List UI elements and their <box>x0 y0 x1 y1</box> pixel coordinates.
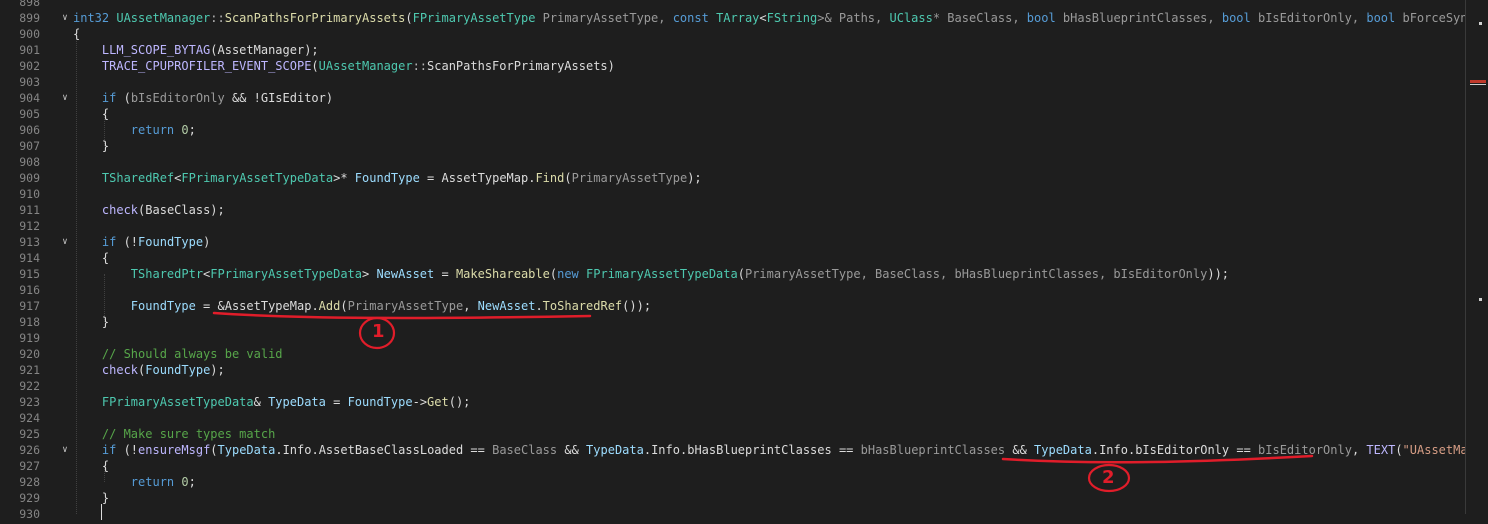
code-line: int32 UAssetManager::ScanPathsForPrimary… <box>73 11 1465 25</box>
annotation-label-1: 1 <box>372 321 385 342</box>
code-line: if (!ensureMsgf(TypeData.Info.AssetBaseC… <box>101 443 1465 457</box>
fold-margin[interactable]: ∨ ∨ ∨ ∨ <box>58 0 72 458</box>
line-number: 921 <box>19 363 40 377</box>
line-number: 918 <box>19 315 40 329</box>
code-area[interactable]: int32 UAssetManager::ScanPathsForPrimary… <box>73 0 1465 522</box>
code-line: FoundType = &AssetTypeMap.Add(PrimaryAss… <box>130 299 652 313</box>
line-number: 923 <box>19 395 40 409</box>
line-number: 909 <box>19 171 40 185</box>
scroll-marker <box>1470 80 1486 83</box>
line-number: 928 <box>19 475 40 489</box>
line-number: 926 <box>19 443 40 457</box>
code-line: check(FoundType); <box>101 363 225 377</box>
line-number: 911 <box>19 203 40 217</box>
line-number: 927 <box>19 459 40 473</box>
code-line: LLM_SCOPE_BYTAG(AssetManager); <box>101 43 319 57</box>
code-line: return 0; <box>130 475 196 489</box>
code-line: if (!FoundType) <box>101 235 211 249</box>
code-line: { <box>101 459 110 473</box>
code-line: FPrimaryAssetTypeData& TypeData = FoundT… <box>101 395 471 409</box>
line-number: 905 <box>19 107 40 121</box>
code-line: TRACE_CPUPROFILER_EVENT_SCOPE(UAssetMana… <box>101 59 615 73</box>
line-number: 930 <box>19 507 40 521</box>
line-number: 929 <box>19 491 40 505</box>
code-line: check(BaseClass); <box>101 203 225 217</box>
line-number: 916 <box>19 283 40 297</box>
collapse-chevron-icon[interactable]: ∨ <box>58 442 72 458</box>
collapse-chevron-icon[interactable]: ∨ <box>58 234 72 250</box>
line-number: 924 <box>19 411 40 425</box>
line-number: 913 <box>19 235 40 249</box>
code-line: TSharedRef<FPrimaryAssetTypeData>* Found… <box>101 171 702 185</box>
line-number: 906 <box>19 123 40 137</box>
collapse-chevron-icon[interactable]: ∨ <box>58 90 72 106</box>
line-number: 925 <box>19 427 40 441</box>
line-number: 902 <box>19 59 40 73</box>
code-editor[interactable]: 898 899 900 901 902 903 904 905 906 907 908 909 910 9… <box>0 0 1488 524</box>
code-line: { <box>101 251 110 265</box>
code-line: } <box>101 491 110 505</box>
line-number: 900 <box>19 27 40 41</box>
code-line: return 0; <box>130 123 196 137</box>
line-number: 922 <box>19 379 40 393</box>
code-line: } <box>101 139 110 153</box>
code-line: } <box>101 315 110 329</box>
code-line: // Should always be valid <box>101 347 283 361</box>
line-number: 912 <box>19 219 40 233</box>
code-line: { <box>73 27 81 41</box>
line-number: 899 <box>19 11 40 25</box>
vertical-scrollbar[interactable] <box>1465 0 1488 514</box>
line-number: 904 <box>19 91 40 105</box>
line-number: 914 <box>19 251 40 265</box>
line-number: 917 <box>19 299 40 313</box>
scroll-marker <box>1479 298 1482 301</box>
text-cursor <box>101 504 102 520</box>
annotation-label-2: 2 <box>1102 467 1115 488</box>
line-number: 910 <box>19 187 40 201</box>
line-number: 898 <box>19 0 40 9</box>
collapse-chevron-icon[interactable]: ∨ <box>58 10 72 26</box>
line-number: 915 <box>19 267 40 281</box>
line-number: 907 <box>19 139 40 153</box>
line-number-gutter: 898 899 900 901 902 903 904 905 906 907 908 909 910 9… <box>0 0 44 522</box>
code-line: if (bIsEditorOnly && !GIsEditor) <box>101 91 334 105</box>
code-line: TSharedPtr<FPrimaryAssetTypeData> NewAss… <box>130 267 1230 281</box>
line-number: 920 <box>19 347 40 361</box>
line-number: 903 <box>19 75 40 89</box>
line-number: 919 <box>19 331 40 345</box>
code-line: { <box>101 107 110 121</box>
code-line: // Make sure types match <box>101 427 276 441</box>
caret-position-marker <box>1470 84 1486 85</box>
scroll-marker <box>1479 22 1482 25</box>
line-number: 901 <box>19 43 40 57</box>
line-number: 908 <box>19 155 40 169</box>
